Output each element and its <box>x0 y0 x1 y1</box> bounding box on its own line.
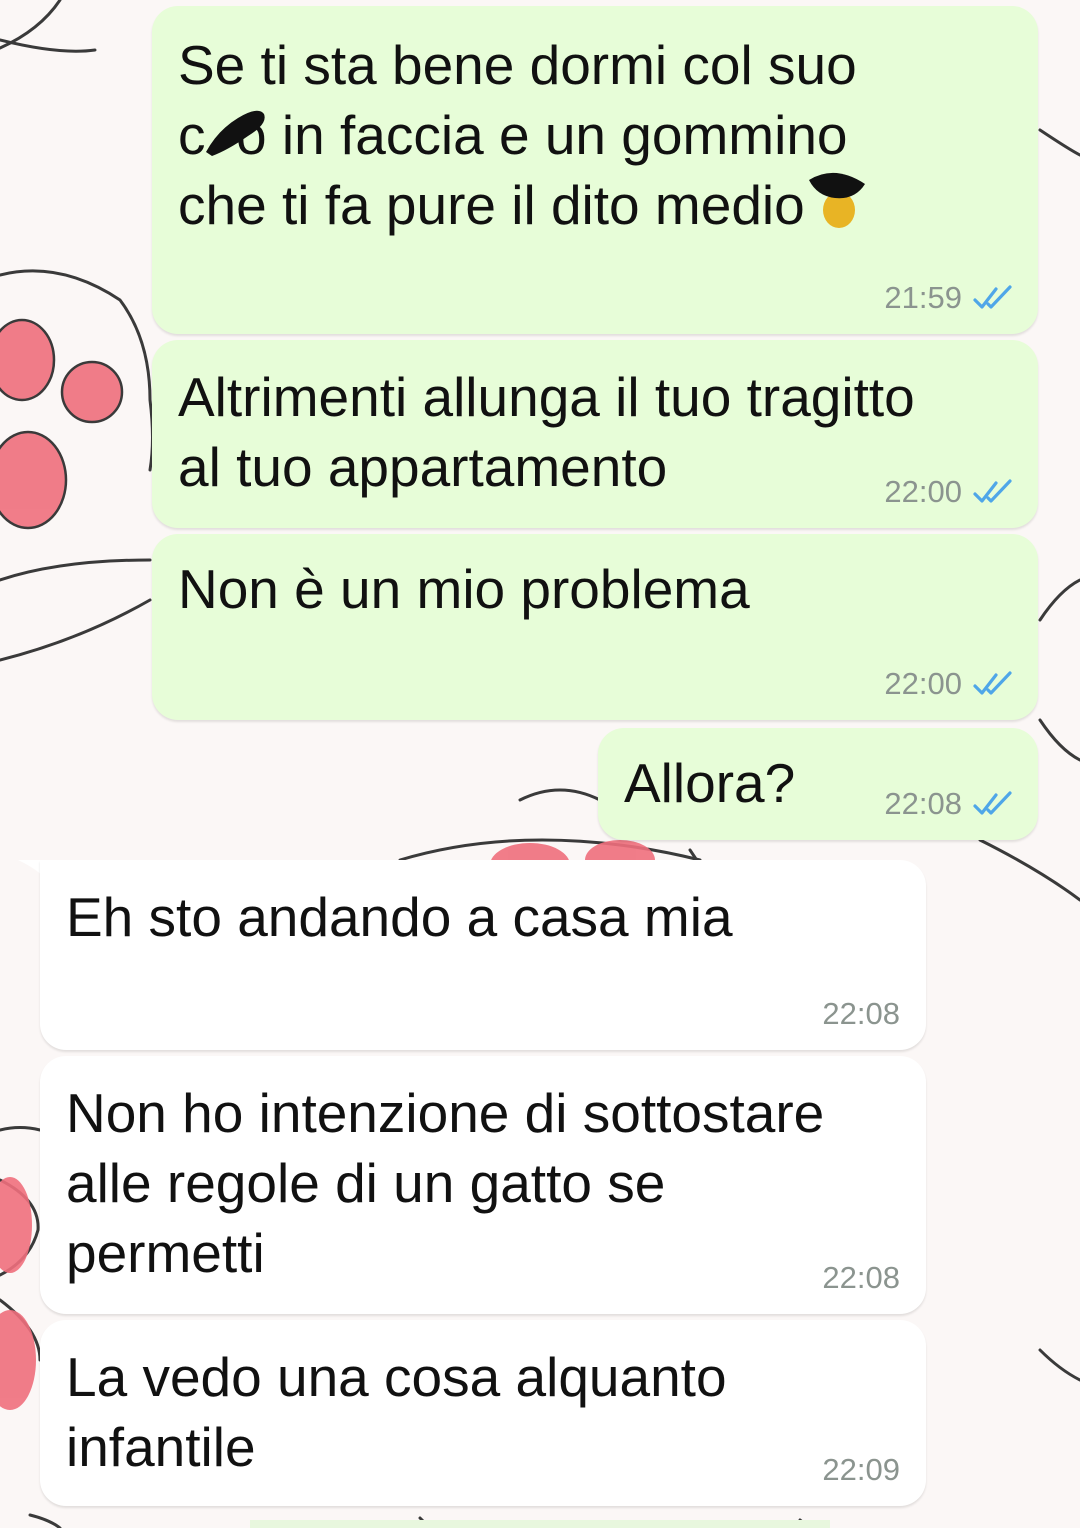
message-meta: 22:00 <box>884 474 1014 510</box>
message-meta: 22:08 <box>884 786 1014 822</box>
incoming-message[interactable]: Eh sto andando a casa mia 22:08 <box>40 860 926 1050</box>
message-meta: 22:09 <box>822 1452 900 1488</box>
double-check-icon <box>973 671 1012 695</box>
message-time: 22:00 <box>884 666 962 701</box>
message-time: 22:08 <box>822 1260 900 1295</box>
message-meta: 22:08 <box>822 996 900 1032</box>
double-check-icon <box>973 479 1012 503</box>
double-check-icon <box>973 791 1012 815</box>
message-text: Non ho intenzione di sottostare alle reg… <box>66 1082 825 1284</box>
incoming-message[interactable]: Non ho intenzione di sottostare alle reg… <box>40 1056 926 1314</box>
outgoing-message[interactable]: Non è un mio problema 22:00 <box>152 534 1038 720</box>
double-check-icon <box>973 285 1012 309</box>
message-text: La vedo una cosa alquanto infantile <box>66 1346 727 1478</box>
message-text: Non è un mio problema <box>178 558 750 620</box>
message-text: Se ti sta bene dormi col suo c o in facc… <box>178 30 978 240</box>
message-time: 22:09 <box>822 1452 900 1487</box>
message-meta: 22:08 <box>822 1260 900 1296</box>
message-meta: 21:59 <box>884 280 1014 316</box>
incoming-message[interactable]: La vedo una cosa alquanto infantile 22:0… <box>40 1320 926 1506</box>
message-time: 22:08 <box>822 996 900 1031</box>
outgoing-message[interactable]: Altrimenti allunga il tuo tragitto al tu… <box>152 340 1038 528</box>
middle-finger-emoji-icon <box>805 170 867 232</box>
outgoing-message[interactable]: Allora? 22:08 <box>598 728 1038 840</box>
message-time: 22:00 <box>884 474 962 509</box>
message-text: Eh sto andando a casa mia <box>66 886 733 948</box>
chat-thread[interactable]: Se ti sta bene dormi col suo c o in facc… <box>0 0 1080 1528</box>
message-text-body: Se ti sta bene dormi col suo c o in facc… <box>178 34 857 236</box>
message-time: 21:59 <box>884 280 962 315</box>
message-meta: 22:00 <box>884 666 1014 702</box>
message-time: 22:08 <box>884 786 962 821</box>
message-text: Allora? <box>624 752 796 814</box>
redaction-scribble-icon <box>206 110 265 156</box>
outgoing-message[interactable]: Se ti sta bene dormi col suo c o in facc… <box>152 6 1038 334</box>
